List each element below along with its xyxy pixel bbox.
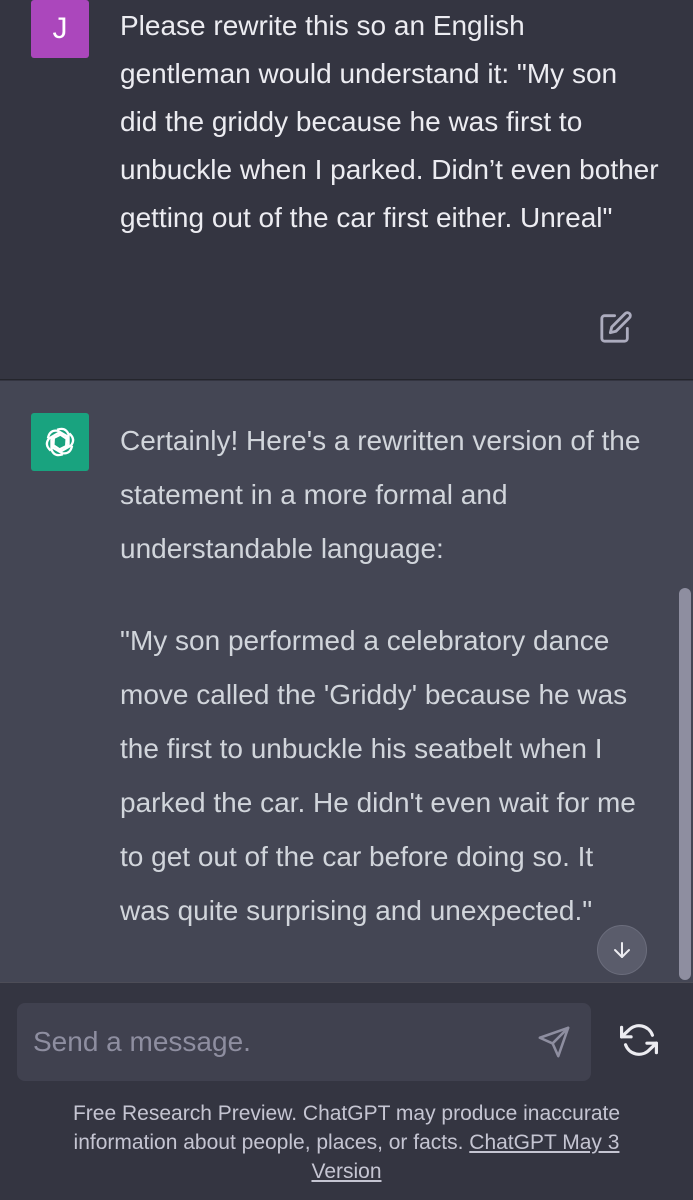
send-icon[interactable] — [537, 1025, 571, 1059]
user-avatar: J — [31, 0, 89, 58]
scrollbar-thumb[interactable] — [679, 588, 691, 980]
assistant-message: Certainly! Here's a rewritten version of… — [0, 381, 693, 982]
user-message: J Please rewrite this so an English gent… — [0, 0, 693, 380]
message-input[interactable] — [17, 1003, 517, 1081]
chat-screen: J Please rewrite this so an English gent… — [0, 0, 693, 1200]
arrow-down-icon — [614, 942, 630, 958]
openai-logo-icon — [31, 413, 89, 471]
composer: Free Research Preview. ChatGPT may produ… — [0, 982, 693, 1200]
assistant-message-text: Certainly! Here's a rewritten version of… — [120, 414, 650, 938]
user-message-text: Please rewrite this so an English gentle… — [120, 10, 659, 233]
disclaimer: Free Research Preview. ChatGPT may produ… — [40, 1099, 653, 1186]
message-input-box[interactable] — [17, 1003, 591, 1081]
assistant-paragraph: "My son performed a celebratory dance mo… — [120, 625, 636, 926]
edit-icon[interactable] — [599, 310, 633, 344]
assistant-paragraph: Certainly! Here's a rewritten version of… — [120, 425, 641, 564]
regenerate-icon[interactable] — [620, 1021, 658, 1059]
scroll-to-bottom-button[interactable] — [597, 925, 647, 975]
